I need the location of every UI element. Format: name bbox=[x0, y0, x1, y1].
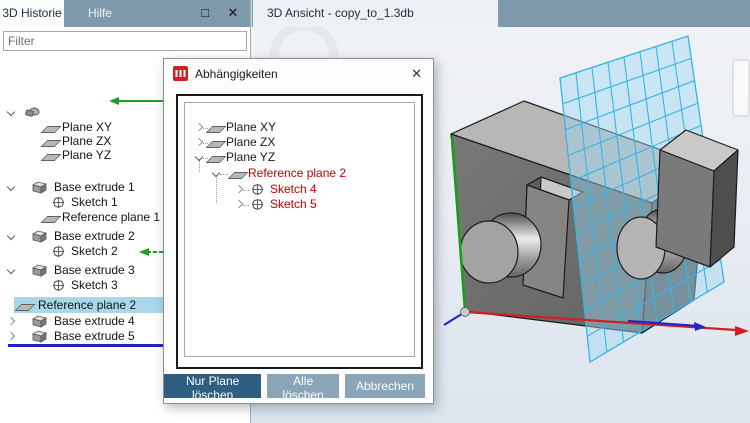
axis-blue-arrowhead bbox=[694, 322, 706, 331]
plane-icon bbox=[40, 216, 62, 223]
plane-icon bbox=[205, 156, 227, 163]
tree-item-label: Base extrude 5 bbox=[54, 329, 135, 343]
dep-item-label: Sketch 4 bbox=[270, 182, 317, 196]
axis-red-arrowhead bbox=[735, 326, 749, 336]
plane-icon bbox=[227, 172, 249, 179]
delete-plane-only-button[interactable]: Nur Plane löschen bbox=[164, 374, 262, 402]
tree-item-label: Plane XY bbox=[62, 120, 113, 134]
dep-item-label: Plane XY bbox=[226, 120, 277, 134]
close-icon[interactable]: ✕ bbox=[411, 59, 422, 89]
history-panel-tabbar: 3D Historie Hilfe □ ✕ bbox=[0, 0, 250, 27]
plane-icon bbox=[40, 126, 62, 133]
view-tabbar: 3D Ansicht - copy_to_1.3db bbox=[251, 0, 750, 27]
dep-item-label: Plane ZX bbox=[226, 135, 276, 149]
sketch-icon bbox=[52, 245, 65, 262]
insertion-indicator-line bbox=[8, 344, 163, 347]
plane-icon bbox=[205, 141, 227, 148]
tree-item-label: Sketch 3 bbox=[71, 278, 118, 292]
close-icon[interactable]: ✕ bbox=[222, 0, 244, 27]
tab-hilfe[interactable]: Hilfe bbox=[64, 0, 136, 27]
chevron-down-icon[interactable] bbox=[6, 107, 16, 117]
tree-item-label: Base extrude 1 bbox=[54, 180, 135, 194]
plane-icon bbox=[40, 154, 62, 161]
tab-3d-historie[interactable]: 3D Historie bbox=[0, 0, 64, 27]
maximize-icon[interactable]: □ bbox=[194, 0, 216, 27]
tree-item-label: Sketch 2 bbox=[71, 244, 118, 258]
chevron-right-icon[interactable] bbox=[234, 199, 244, 209]
tree-item-label: Sketch 1 bbox=[71, 195, 118, 209]
sketch-icon bbox=[251, 198, 264, 215]
dialog-button-row: Nur Plane löschen Alle löschen Abbrechen bbox=[164, 374, 425, 402]
sketch-icon bbox=[52, 279, 65, 296]
cad-application-window: 3D Historie Hilfe □ ✕ Plane XY Plane ZX bbox=[0, 0, 750, 423]
chevron-right-icon[interactable] bbox=[194, 122, 204, 132]
model-boss-right[interactable] bbox=[655, 129, 739, 268]
origin-point bbox=[460, 307, 470, 317]
chevron-right-icon[interactable] bbox=[194, 137, 204, 147]
dep-item-sketch-5[interactable]: Sketch 5 bbox=[185, 197, 414, 212]
dialog-title: Abhängigkeiten bbox=[195, 67, 278, 81]
dependency-tree: Plane XY Plane ZX Plane YZ Reference pla… bbox=[184, 102, 415, 357]
tab-3d-ansicht[interactable]: 3D Ansicht - copy_to_1.3db bbox=[253, 0, 498, 27]
chevron-down-icon[interactable] bbox=[6, 182, 16, 192]
chevron-right-icon[interactable] bbox=[234, 184, 244, 194]
tree-item-label: Reference plane 1 bbox=[62, 210, 161, 224]
filter-input[interactable] bbox=[3, 31, 247, 51]
plane-icon bbox=[14, 304, 36, 311]
chevron-down-icon[interactable] bbox=[211, 168, 221, 178]
chevron-down-icon[interactable] bbox=[6, 231, 16, 241]
chevron-down-icon[interactable] bbox=[6, 265, 16, 275]
dep-item-label: Plane YZ bbox=[226, 150, 276, 164]
faded-panel-edge bbox=[732, 59, 750, 117]
plane-icon bbox=[205, 126, 227, 133]
dep-item-reference-plane-2[interactable]: Reference plane 2 bbox=[185, 166, 414, 181]
tree-item-label: Base extrude 2 bbox=[54, 229, 135, 243]
tree-item-label: Plane YZ bbox=[62, 148, 112, 162]
tree-item-label: Plane ZX bbox=[62, 134, 112, 148]
tree-item-label: Reference plane 2 bbox=[38, 298, 137, 312]
tree-item-label: Base extrude 3 bbox=[54, 263, 135, 277]
chevron-right-icon[interactable] bbox=[6, 316, 16, 326]
chevron-right-icon[interactable] bbox=[6, 331, 16, 341]
app-logo-icon bbox=[173, 66, 188, 81]
cancel-button[interactable]: Abbrechen bbox=[344, 374, 425, 398]
dep-item-label: Sketch 5 bbox=[270, 197, 317, 211]
dep-item-plane-yz[interactable]: Plane YZ bbox=[185, 150, 414, 165]
dep-item-sketch-4[interactable]: Sketch 4 bbox=[185, 182, 414, 197]
chevron-down-icon[interactable] bbox=[194, 152, 204, 162]
dependency-tree-frame: Plane XY Plane ZX Plane YZ Reference pla… bbox=[176, 94, 423, 369]
tree-item-label: Base extrude 4 bbox=[54, 314, 135, 328]
plane-icon bbox=[40, 140, 62, 147]
dep-item-label: Reference plane 2 bbox=[248, 166, 347, 180]
delete-all-button[interactable]: Alle löschen bbox=[267, 374, 339, 402]
dep-item-plane-zx[interactable]: Plane ZX bbox=[185, 135, 414, 150]
dialog-titlebar[interactable]: Abhängigkeiten ✕ bbox=[164, 59, 433, 89]
dependencies-dialog: Abhängigkeiten ✕ Plane XY Plane ZX Plane… bbox=[163, 58, 434, 404]
dep-item-plane-xy[interactable]: Plane XY bbox=[185, 120, 414, 135]
